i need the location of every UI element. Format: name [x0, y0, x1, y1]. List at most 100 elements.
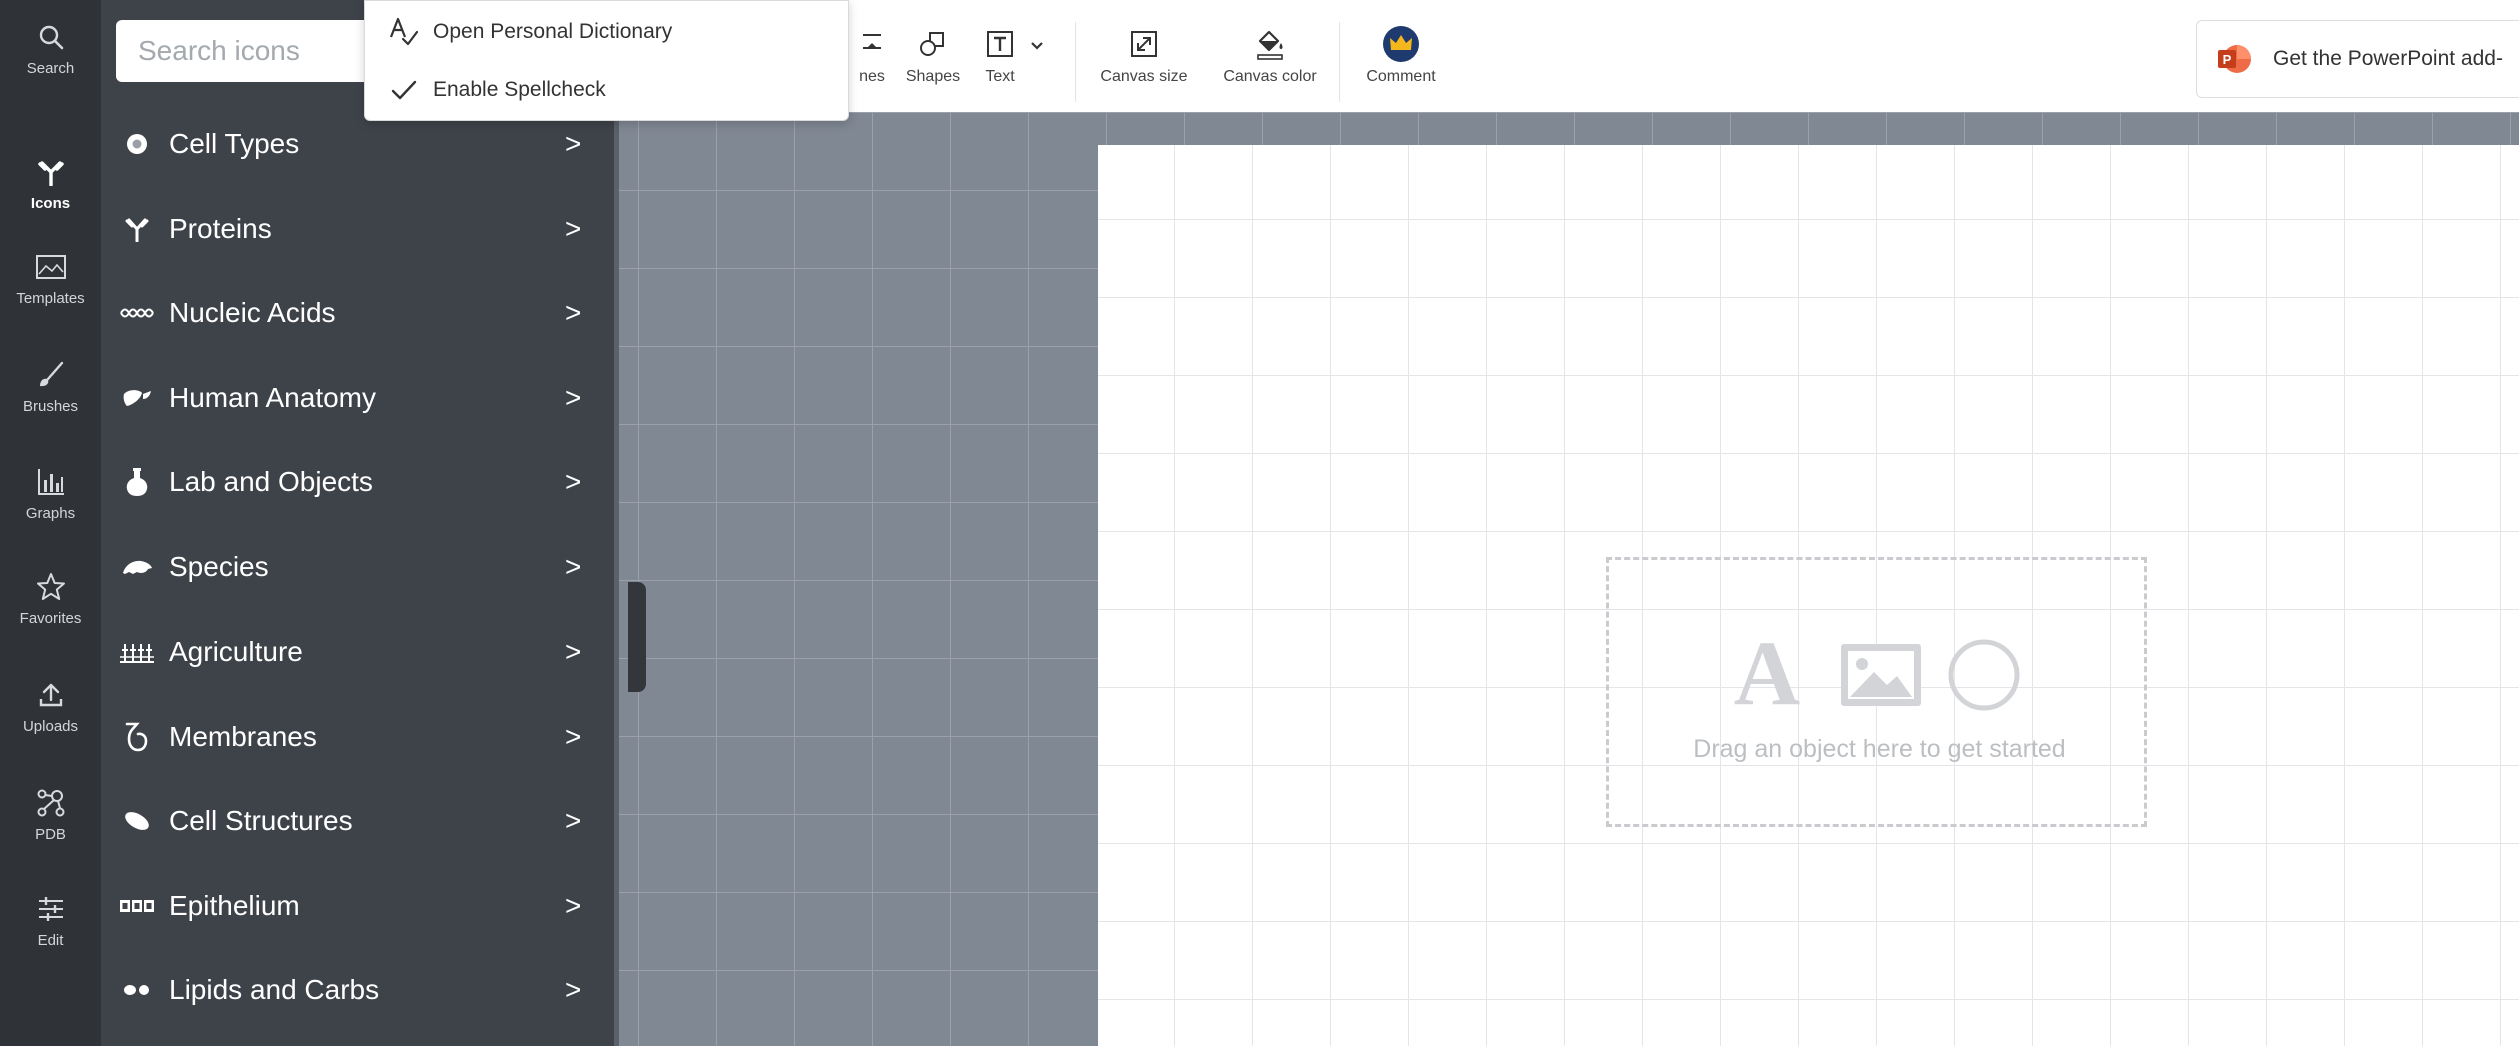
crown-icon [1381, 24, 1421, 64]
flask-icon [119, 464, 155, 500]
rail-templates-label: Templates [16, 289, 85, 307]
drop-zone-hint: Drag an object here to get started [1693, 735, 2066, 763]
protein-icon [119, 211, 155, 247]
category-human-anatomy[interactable]: Human Anatomy > [101, 356, 619, 440]
rail-graphs-label: Graphs [25, 504, 76, 522]
chevron-right-icon: > [565, 890, 582, 921]
lines-button[interactable]: nes [847, 24, 897, 100]
open-personal-dictionary-label: Open Personal Dictionary [433, 20, 673, 43]
category-agriculture[interactable]: Agriculture > [101, 610, 619, 694]
organelle-icon [119, 803, 155, 839]
checkmark-icon [389, 75, 419, 105]
rail-graphs[interactable]: Graphs [0, 445, 101, 541]
rail-icons[interactable]: Icons [0, 135, 101, 231]
molecule-icon [34, 786, 68, 820]
canvas-size-button[interactable]: Canvas size [1095, 24, 1193, 100]
rail-favorites[interactable]: Favorites [0, 550, 101, 646]
text-icon [980, 24, 1020, 64]
spellcheck-context-menu: Open Personal Dictionary Enable Spellche… [364, 0, 849, 121]
category-lipids-and-carbs[interactable]: Lipids and Carbs > [101, 948, 619, 1032]
powerpoint-icon: P [2217, 42, 2251, 76]
category-label: Lipids and Carbs [169, 974, 380, 1005]
drop-zone-letter: A [1734, 632, 1800, 712]
comment-button[interactable]: Comment [1360, 24, 1442, 100]
canvas-color-label: Canvas color [1223, 68, 1317, 85]
category-species[interactable]: Species > [101, 525, 619, 609]
rail-uploads-label: Uploads [22, 717, 79, 735]
rail-brushes-label: Brushes [22, 397, 79, 415]
powerpoint-addin-button[interactable]: P Get the PowerPoint add- [2196, 20, 2519, 98]
organ-icon [119, 380, 155, 416]
template-icon [34, 250, 68, 284]
rail-pdb-label: PDB [35, 825, 66, 843]
enable-spellcheck-label: Enable Spellcheck [433, 78, 606, 101]
paint-bucket-icon [1250, 24, 1290, 64]
rail-uploads[interactable]: Uploads [0, 658, 101, 754]
category-label: Nucleic Acids [169, 297, 336, 328]
icon-category-panel: Cell Types > Proteins > Nucleic Acids > … [101, 0, 630, 1046]
chevron-right-icon: > [565, 128, 582, 159]
brush-icon [34, 358, 68, 392]
chevron-right-icon: > [565, 213, 582, 244]
chevron-right-icon: > [565, 805, 582, 836]
chevron-right-icon: > [565, 466, 582, 497]
chevron-down-icon [1027, 36, 1047, 56]
toolbar-divider [1339, 22, 1340, 102]
drop-zone[interactable]: A Drag an object here to get started [1606, 557, 2147, 827]
epithelium-icon [119, 888, 155, 924]
rail-search[interactable]: Search [0, 0, 101, 96]
rail-edit-label: Edit [37, 931, 64, 949]
category-label: Proteins [169, 213, 272, 244]
rail-search-label: Search [26, 59, 75, 77]
canvas-size-label: Canvas size [1100, 68, 1188, 85]
search-icon [34, 20, 68, 54]
lines-icon [852, 24, 892, 64]
antibody-icon [34, 155, 68, 189]
rail-favorites-label: Favorites [19, 609, 82, 627]
chevron-right-icon: > [565, 721, 582, 752]
chevron-right-icon: > [565, 382, 582, 413]
spellcheck-icon [389, 17, 419, 47]
rail-brushes[interactable]: Brushes [0, 338, 101, 434]
drop-zone-icons: A [1734, 632, 2020, 712]
cell-icon [119, 126, 155, 162]
toolbar-divider [1075, 22, 1076, 102]
category-nucleic-acids[interactable]: Nucleic Acids > [101, 271, 619, 355]
membrane-icon [119, 719, 155, 755]
lipid-icon [119, 972, 155, 1008]
shapes-label: Shapes [905, 68, 961, 85]
text-label: Text [985, 68, 1015, 85]
open-personal-dictionary-item[interactable]: Open Personal Dictionary [365, 3, 848, 61]
category-label: Lab and Objects [169, 466, 373, 497]
category-epithelium[interactable]: Epithelium > [101, 864, 619, 948]
category-cell-structures[interactable]: Cell Structures > [101, 779, 619, 863]
category-label: Cell Structures [169, 805, 353, 836]
category-label: Agriculture [169, 636, 303, 667]
text-button[interactable]: Text [975, 24, 1025, 100]
rail-pdb[interactable]: PDB [0, 766, 101, 862]
animal-icon [119, 549, 155, 585]
category-label: Species [169, 551, 269, 582]
category-proteins[interactable]: Proteins > [101, 187, 619, 271]
ppt-logo-letter: P [2223, 52, 2232, 67]
upload-icon [34, 678, 68, 712]
chevron-right-icon: > [565, 551, 582, 582]
category-label: Cell Types [169, 128, 300, 159]
lines-label: nes [859, 68, 885, 85]
rail-templates[interactable]: Templates [0, 230, 101, 326]
shapes-icon [913, 24, 953, 64]
category-label: Epithelium [169, 890, 300, 921]
shapes-button[interactable]: Shapes [900, 24, 966, 100]
category-label: Membranes [169, 721, 317, 752]
category-lab-and-objects[interactable]: Lab and Objects > [101, 440, 619, 524]
dna-wave-icon [119, 295, 155, 331]
category-membranes[interactable]: Membranes > [101, 695, 619, 779]
chevron-right-icon: > [565, 297, 582, 328]
panel-collapse-handle[interactable] [628, 582, 646, 692]
enable-spellcheck-item[interactable]: Enable Spellcheck [365, 61, 848, 119]
canvas-color-button[interactable]: Canvas color [1217, 24, 1323, 100]
icon-rail: Search Icons Templates Brushes Graphs Fa… [0, 0, 101, 1046]
rail-edit[interactable]: Edit [0, 872, 101, 968]
text-dropdown-button[interactable] [1024, 36, 1050, 112]
resize-icon [1124, 24, 1164, 64]
